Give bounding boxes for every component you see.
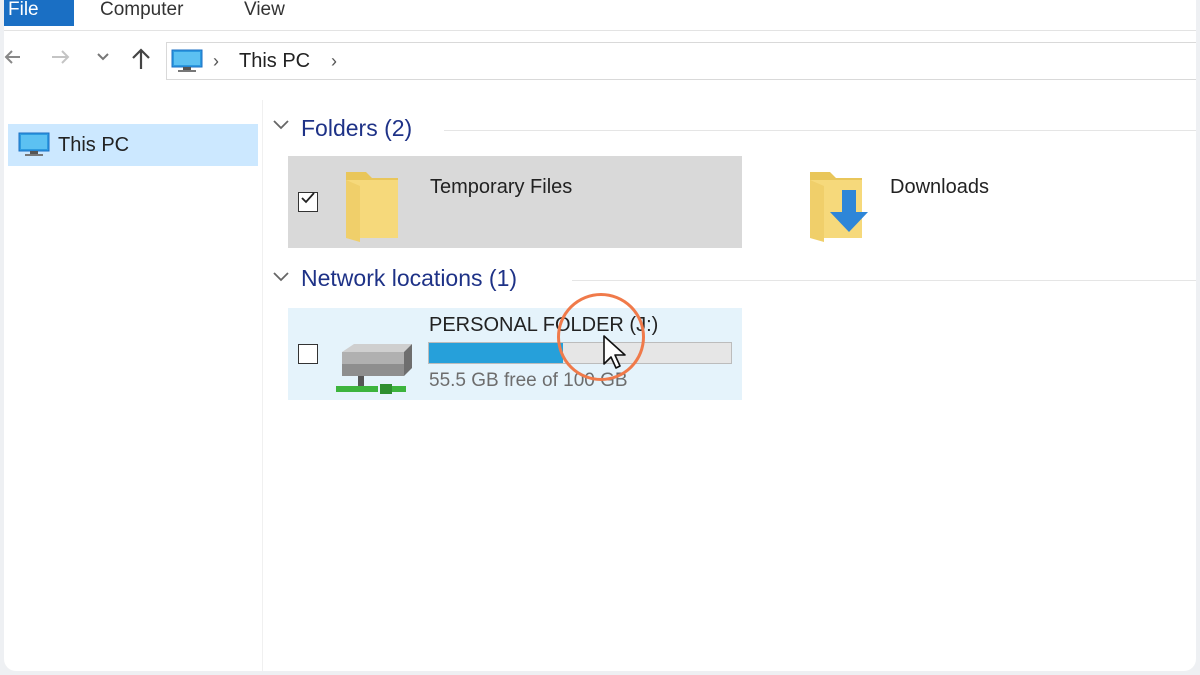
- sidebar-item-label: This PC: [58, 134, 130, 156]
- item-checkbox[interactable]: [298, 192, 318, 212]
- group-divider: [444, 130, 1196, 131]
- sidebar-item-this-pc[interactable]: This PC: [8, 124, 258, 166]
- tab-view[interactable]: View: [244, 0, 285, 26]
- folder-tile-downloads[interactable]: Downloads: [750, 156, 1196, 248]
- item-checkbox[interactable]: [298, 344, 318, 364]
- address-bar[interactable]: › This PC ›: [166, 42, 1196, 80]
- tab-computer[interactable]: Computer: [100, 0, 183, 26]
- navigation-pane: This PC: [4, 100, 263, 671]
- forward-arrow-icon[interactable]: [50, 47, 72, 71]
- computer-icon: [18, 132, 50, 163]
- drive-tile-personal-folder[interactable]: PERSONAL FOLDER (J:) 55.5 GB free of 100…: [288, 308, 742, 400]
- folder-icon: [344, 166, 400, 247]
- item-name: Downloads: [890, 176, 989, 198]
- group-header-folders[interactable]: Folders (2): [301, 115, 412, 142]
- folder-tile-temporary-files[interactable]: Temporary Files: [288, 156, 742, 248]
- back-arrow-icon[interactable]: [4, 47, 22, 71]
- breadcrumb-separator[interactable]: ›: [213, 51, 219, 72]
- tab-file[interactable]: File: [4, 0, 74, 26]
- network-drive-icon: [332, 342, 420, 403]
- downloads-folder-icon: [808, 166, 878, 247]
- click-highlight-ring: [557, 293, 645, 381]
- group-divider: [572, 280, 1196, 281]
- ribbon-tabs: File Computer View: [4, 0, 1196, 31]
- up-arrow-icon[interactable]: [130, 47, 152, 75]
- file-explorer-window: File Computer View › This PC › This PC F…: [4, 0, 1196, 671]
- chevron-down-icon[interactable]: [96, 47, 110, 71]
- chevron-down-icon[interactable]: [272, 270, 290, 289]
- chevron-down-icon[interactable]: [272, 118, 290, 137]
- computer-icon: [171, 49, 203, 78]
- storage-usage-fill: [429, 343, 564, 363]
- group-header-network-locations[interactable]: Network locations (1): [301, 265, 517, 292]
- check-icon: [301, 191, 315, 210]
- breadcrumb-separator[interactable]: ›: [331, 51, 337, 72]
- mouse-pointer-icon: [602, 334, 626, 375]
- item-name: Temporary Files: [430, 176, 573, 198]
- breadcrumb-this-pc[interactable]: This PC: [239, 50, 310, 73]
